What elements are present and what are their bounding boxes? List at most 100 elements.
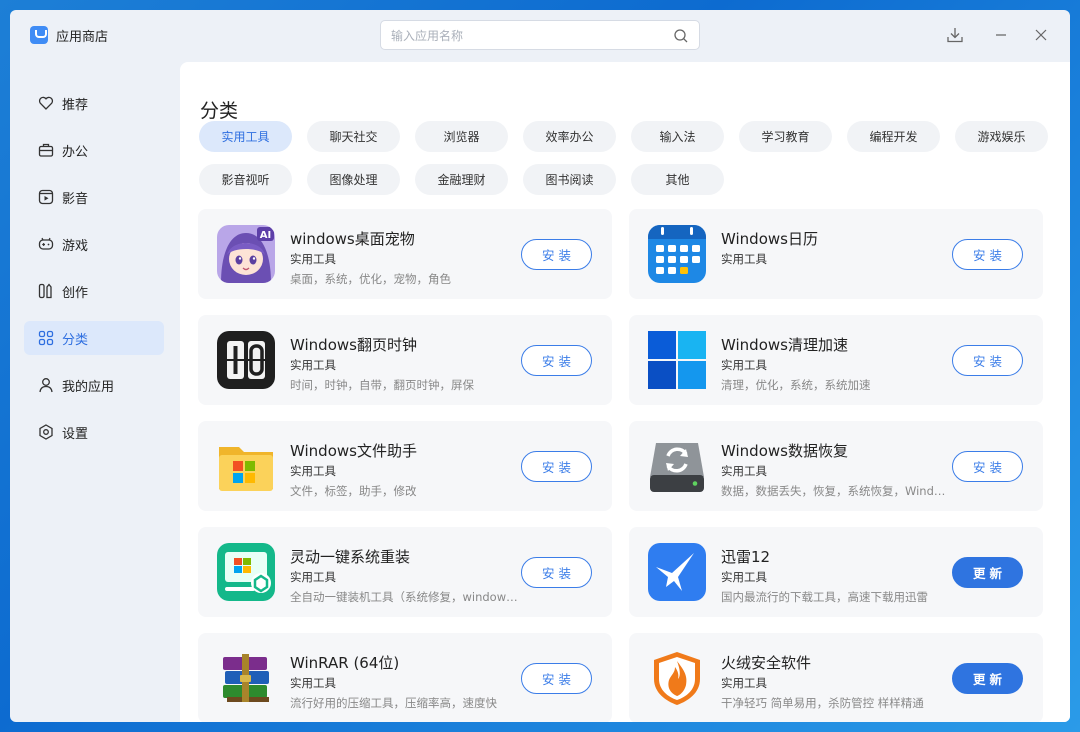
category-chip-image[interactable]: 图像处理 bbox=[307, 164, 400, 195]
app-category: 实用工具 bbox=[290, 464, 336, 478]
category-chip-education[interactable]: 学习教育 bbox=[739, 121, 832, 152]
gamepad-icon bbox=[38, 237, 54, 250]
category-chip-finance[interactable]: 金融理财 bbox=[415, 164, 508, 195]
update-button[interactable]: 更新 bbox=[952, 663, 1023, 694]
app-card[interactable]: AI windows桌面宠物 实用工具 桌面，系统，优化，宠物，角色 安装 bbox=[198, 209, 612, 299]
app-card[interactable]: WinRAR (64位) 实用工具 流行好用的压缩工具，压缩率高，速度快 安装 bbox=[198, 633, 612, 722]
app-card[interactable]: Windows文件助手 实用工具 文件，标签，助手，修改 安装 bbox=[198, 421, 612, 511]
svg-text:AI: AI bbox=[260, 230, 271, 241]
app-tags: 干净轻巧 简单易用，杀防管控 样样精通 bbox=[721, 696, 924, 710]
user-icon bbox=[39, 378, 53, 393]
app-card[interactable]: 灵动一键系统重装 实用工具 全自动一键装机工具（系统修复，window… 安装 bbox=[198, 527, 612, 617]
sidebar-item-label: 创作 bbox=[62, 285, 89, 301]
category-chip-utilities[interactable]: 实用工具 bbox=[199, 121, 292, 152]
app-category: 实用工具 bbox=[290, 570, 336, 584]
download-icon[interactable] bbox=[946, 26, 964, 44]
app-name: 迅雷12 bbox=[721, 548, 771, 566]
minimize-icon[interactable] bbox=[992, 26, 1010, 44]
sidebar-item-my-apps[interactable]: 我的应用 bbox=[24, 368, 164, 402]
winrar-books-icon bbox=[217, 649, 275, 707]
app-category: 实用工具 bbox=[721, 358, 767, 372]
app-category: 实用工具 bbox=[290, 252, 336, 266]
disk-recovery-icon bbox=[648, 437, 706, 495]
install-button[interactable]: 安装 bbox=[521, 557, 592, 588]
app-card[interactable]: 火绒安全软件 实用工具 干净轻巧 简单易用，杀防管控 样样精通 更新 bbox=[629, 633, 1043, 722]
category-chip-reading[interactable]: 图书阅读 bbox=[523, 164, 616, 195]
install-button[interactable]: 安装 bbox=[952, 345, 1023, 376]
install-button[interactable]: 安装 bbox=[521, 345, 592, 376]
sidebar-item-recommend[interactable]: 推荐 bbox=[24, 86, 164, 120]
install-button[interactable]: 安装 bbox=[521, 451, 592, 482]
app-card[interactable]: Windows清理加速 实用工具 清理，优化，系统，系统加速 安装 bbox=[629, 315, 1043, 405]
app-window: 应用商店 推荐 办公 bbox=[10, 10, 1070, 722]
category-chip-browser[interactable]: 浏览器 bbox=[415, 121, 508, 152]
app-card[interactable]: Windows日历 实用工具 安装 bbox=[629, 209, 1043, 299]
category-chip-video[interactable]: 影音视听 bbox=[199, 164, 292, 195]
app-tags: 时间，时钟，自带，翻页时钟，屏保 bbox=[290, 378, 474, 392]
page-title: 分类 bbox=[200, 100, 239, 122]
sidebar-item-label: 办公 bbox=[62, 144, 89, 160]
system-reinstall-icon bbox=[217, 543, 275, 601]
app-tags: 国内最流行的下载工具，高速下载用迅雷 bbox=[721, 590, 928, 604]
sidebar-item-media[interactable]: 影音 bbox=[24, 180, 164, 214]
install-button[interactable]: 安装 bbox=[952, 451, 1023, 482]
app-name: Windows日历 bbox=[721, 230, 818, 248]
sidebar-item-label: 推荐 bbox=[62, 97, 89, 113]
media-icon bbox=[38, 189, 54, 205]
desktop-pet-icon: AI bbox=[217, 225, 275, 283]
category-chip-productivity[interactable]: 效率办公 bbox=[523, 121, 616, 152]
app-category: 实用工具 bbox=[721, 676, 767, 690]
app-name: 灵动一键系统重装 bbox=[290, 548, 411, 566]
app-card[interactable]: Windows翻页时钟 实用工具 时间，时钟，自带，翻页时钟，屏保 安装 bbox=[198, 315, 612, 405]
app-tags: 流行好用的压缩工具，压缩率高，速度快 bbox=[290, 696, 497, 710]
app-tags: 数据，数据丢失，恢复，系统恢复，Wind… bbox=[721, 484, 946, 498]
app-category: 实用工具 bbox=[721, 252, 767, 266]
heart-icon bbox=[38, 96, 54, 110]
sidebar-item-label: 设置 bbox=[62, 426, 89, 442]
category-chip-gaming[interactable]: 游戏娱乐 bbox=[955, 121, 1048, 152]
category-chip-other[interactable]: 其他 bbox=[631, 164, 724, 195]
search-icon[interactable] bbox=[673, 28, 689, 44]
settings-icon bbox=[39, 424, 53, 440]
install-button[interactable]: 安装 bbox=[521, 239, 592, 270]
app-category: 实用工具 bbox=[290, 358, 336, 372]
app-name: Windows数据恢复 bbox=[721, 442, 848, 460]
sidebar-item-label: 影音 bbox=[62, 191, 89, 207]
sidebar-item-create[interactable]: 创作 bbox=[24, 274, 164, 308]
search-input[interactable] bbox=[391, 27, 651, 45]
title-bar: 应用商店 bbox=[10, 10, 1070, 62]
app-title: 应用商店 bbox=[56, 30, 109, 45]
app-tags: 文件，标签，助手，修改 bbox=[290, 484, 417, 498]
category-chip-social[interactable]: 聊天社交 bbox=[307, 121, 400, 152]
app-name: Windows清理加速 bbox=[721, 336, 848, 354]
install-button[interactable]: 安装 bbox=[952, 239, 1023, 270]
sidebar-item-office[interactable]: 办公 bbox=[24, 133, 164, 167]
app-category: 实用工具 bbox=[721, 570, 767, 584]
category-chip-development[interactable]: 编程开发 bbox=[847, 121, 940, 152]
app-name: Windows文件助手 bbox=[290, 442, 417, 460]
app-card[interactable]: 迅雷12 实用工具 国内最流行的下载工具，高速下载用迅雷 更新 bbox=[629, 527, 1043, 617]
create-icon bbox=[38, 283, 52, 299]
grid-icon bbox=[38, 330, 54, 346]
app-store-logo-icon bbox=[30, 26, 48, 44]
sidebar-item-settings[interactable]: 设置 bbox=[24, 415, 164, 449]
app-tags: 清理，优化，系统，系统加速 bbox=[721, 378, 871, 392]
app-name: Windows翻页时钟 bbox=[290, 336, 417, 354]
category-chip-input-method[interactable]: 输入法 bbox=[631, 121, 724, 152]
sidebar-item-label: 游戏 bbox=[62, 238, 89, 254]
sidebar-item-games[interactable]: 游戏 bbox=[24, 227, 164, 261]
update-button[interactable]: 更新 bbox=[952, 557, 1023, 588]
sidebar-item-label: 分类 bbox=[62, 332, 89, 348]
calendar-icon bbox=[648, 225, 706, 283]
app-card[interactable]: Windows数据恢复 实用工具 数据，数据丢失，恢复，系统恢复，Wind… 安… bbox=[629, 421, 1043, 511]
app-tags: 桌面，系统，优化，宠物，角色 bbox=[290, 272, 451, 286]
search-box[interactable] bbox=[380, 20, 700, 50]
close-icon[interactable] bbox=[1032, 26, 1050, 44]
folder-icon bbox=[217, 437, 275, 495]
sidebar-item-categories[interactable]: 分类 bbox=[24, 321, 164, 355]
install-button[interactable]: 安装 bbox=[521, 663, 592, 694]
briefcase-icon bbox=[38, 143, 54, 157]
app-category: 实用工具 bbox=[721, 464, 767, 478]
app-name: 火绒安全软件 bbox=[721, 654, 812, 672]
sidebar-item-label: 我的应用 bbox=[62, 379, 115, 395]
